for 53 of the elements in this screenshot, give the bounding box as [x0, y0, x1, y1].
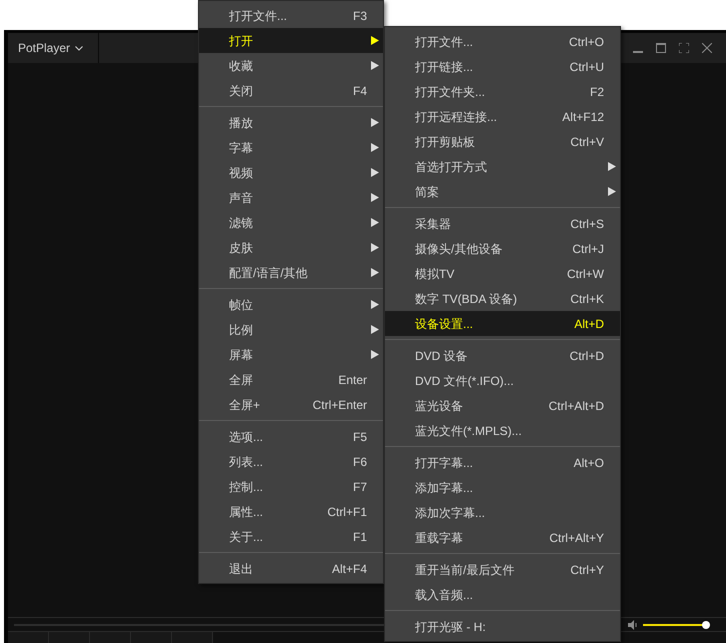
- menu-item[interactable]: 声音: [199, 185, 383, 210]
- menu-item[interactable]: DVD 文件(*.IFO)...: [385, 368, 620, 393]
- menu-item[interactable]: 打开链接... Ctrl+U: [385, 54, 620, 79]
- close-icon[interactable]: [702, 43, 712, 53]
- menu-item[interactable]: 滤镜: [199, 210, 383, 235]
- menu-item[interactable]: 采集器 Ctrl+S: [385, 211, 620, 236]
- menu-item[interactable]: 属性... Ctrl+F1: [199, 499, 383, 524]
- menu-item[interactable]: 打开字幕... Alt+O: [385, 450, 620, 475]
- speaker-icon[interactable]: [628, 620, 638, 630]
- menu-item[interactable]: 关闭 F4: [199, 78, 383, 103]
- menu-item[interactable]: 打开文件... Ctrl+O: [385, 29, 620, 54]
- menu-item[interactable]: 选项... F5: [199, 424, 383, 449]
- menu-item[interactable]: 打开文件夹... F2: [385, 79, 620, 104]
- menu-item[interactable]: 收藏: [199, 53, 383, 78]
- menu-item[interactable]: 视频: [199, 160, 383, 185]
- menu-item[interactable]: 皮肤: [199, 235, 383, 260]
- menu-item[interactable]: 简案: [385, 179, 620, 204]
- menu-item[interactable]: 载入音频...: [385, 582, 620, 607]
- menu-item[interactable]: 设备设置... Alt+D: [385, 311, 620, 336]
- menu-item[interactable]: 重开当前/最后文件 Ctrl+Y: [385, 557, 620, 582]
- menu-item[interactable]: 比例: [199, 317, 383, 342]
- menu-item[interactable]: 控制... F7: [199, 474, 383, 499]
- menu-item[interactable]: 打开远程连接... Alt+F12: [385, 104, 620, 129]
- volume-thumb[interactable]: [702, 620, 710, 628]
- menu-item[interactable]: 首选打开方式: [385, 154, 620, 179]
- menu-item[interactable]: 打开剪贴板 Ctrl+V: [385, 129, 620, 154]
- menu-item[interactable]: 蓝光设备 Ctrl+Alt+D: [385, 393, 620, 418]
- menu-item[interactable]: 列表... F6: [199, 449, 383, 474]
- menu-item[interactable]: 屏幕: [199, 342, 383, 367]
- maximize-icon[interactable]: [656, 43, 666, 53]
- menu-item[interactable]: 数字 TV(BDA 设备) Ctrl+K: [385, 286, 620, 311]
- chevron-down-icon: [75, 46, 84, 50]
- menu-item[interactable]: 退出 Alt+F4: [199, 556, 383, 581]
- menu-item[interactable]: 打开: [199, 28, 383, 53]
- menu-item[interactable]: 全屏+ Ctrl+Enter: [199, 392, 383, 417]
- menu-item[interactable]: 添加次字幕...: [385, 500, 620, 525]
- fullscreen-icon[interactable]: [679, 43, 689, 53]
- menu-item[interactable]: 配置/语言/其他: [199, 260, 383, 285]
- menu-item[interactable]: 摄像头/其他设备 Ctrl+J: [385, 236, 620, 261]
- menu-item[interactable]: 关于... F1: [199, 524, 383, 549]
- menu-item[interactable]: 播放: [199, 110, 383, 135]
- menu-item[interactable]: 打开文件... F3: [199, 3, 383, 28]
- app-menu-button[interactable]: PotPlayer: [8, 33, 99, 63]
- menu-item[interactable]: 帧位: [199, 292, 383, 317]
- menu-item[interactable]: 打开光驱 - H:: [385, 614, 620, 639]
- menu-item[interactable]: 模拟TV Ctrl+W: [385, 261, 620, 286]
- volume-slider[interactable]: [643, 620, 709, 628]
- menu-item[interactable]: 蓝光文件(*.MPLS)...: [385, 418, 620, 443]
- menu-item[interactable]: 全屏 Enter: [199, 367, 383, 392]
- menu-item[interactable]: 重载字幕 Ctrl+Alt+Y: [385, 525, 620, 550]
- menu-item[interactable]: DVD 设备 Ctrl+D: [385, 343, 620, 368]
- menu-item[interactable]: 字幕: [199, 135, 383, 160]
- menu-item[interactable]: 添加字幕...: [385, 475, 620, 500]
